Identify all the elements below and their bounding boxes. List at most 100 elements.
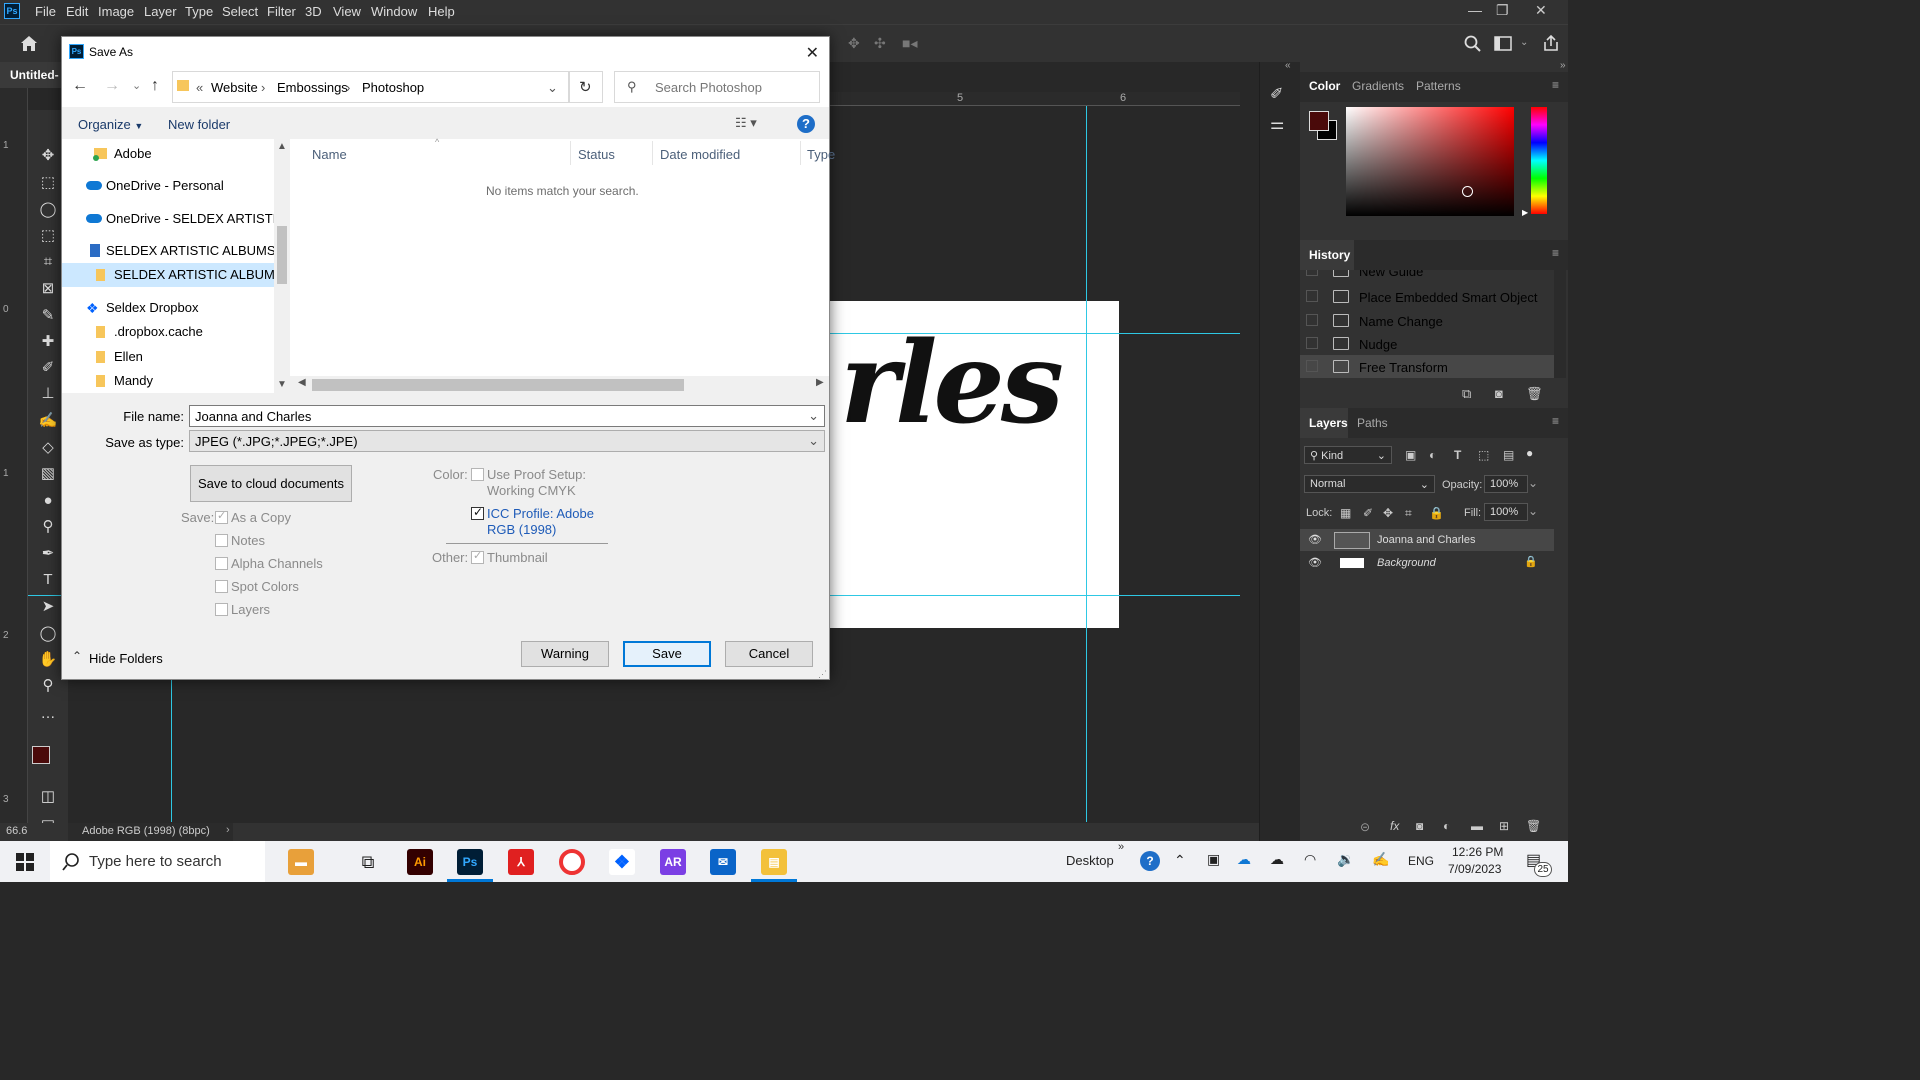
breadcrumb-photoshop[interactable]: Photoshop	[362, 80, 424, 95]
history-snapshot-checkbox[interactable]	[1306, 360, 1318, 372]
column-name[interactable]: Name	[312, 147, 347, 162]
clock-time[interactable]: 12:26 PM	[1452, 845, 1503, 859]
delete-layer-icon[interactable]: 🗑	[1526, 819, 1541, 833]
blend-mode-select[interactable]: Normal ⌄	[1304, 475, 1435, 493]
chevron-down-icon[interactable]: ⌄	[1528, 476, 1538, 490]
layer-name[interactable]: Joanna and Charles	[1377, 534, 1475, 546]
link-layers-icon[interactable]: ⊝	[1360, 820, 1370, 834]
file-list-hscrollbar[interactable]: ◀ ▶	[290, 376, 829, 393]
save-button[interactable]: Save	[623, 641, 711, 667]
filter-toggle-icon[interactable]: ●	[1526, 446, 1533, 460]
object-select-tool-icon[interactable]: ⬚	[38, 226, 58, 246]
new-layer-icon[interactable]: ⊞	[1499, 819, 1509, 833]
lock-transparent-icon[interactable]: ▦	[1340, 506, 1351, 520]
use-proof-setup-checkbox[interactable]	[471, 468, 484, 481]
tab-layers[interactable]: Layers	[1309, 416, 1348, 430]
tab-color[interactable]: Color	[1309, 79, 1340, 93]
move-tool-icon[interactable]: ✥	[38, 146, 58, 166]
history-item[interactable]: New Guide	[1300, 270, 1554, 282]
menu-view[interactable]: View	[333, 4, 361, 19]
history-scrollbar[interactable]	[1554, 270, 1566, 378]
gradient-tool-icon[interactable]: ▧	[38, 464, 58, 484]
tree-item[interactable]: OneDrive - Personal	[62, 174, 274, 198]
view-options-icon[interactable]: ☷ ▾	[735, 115, 757, 131]
refresh-button[interactable]: ↻	[569, 71, 603, 103]
history-snapshot-checkbox[interactable]	[1306, 337, 1318, 349]
adjustment-layer-icon[interactable]: ◐	[1443, 819, 1450, 833]
type-tool-icon[interactable]: T	[38, 570, 58, 590]
lock-artboard-icon[interactable]: ⌗	[1405, 506, 1412, 521]
history-snapshot-checkbox[interactable]	[1306, 314, 1318, 326]
panel-menu-icon[interactable]: ≡	[1552, 414, 1559, 428]
column-date-modified[interactable]: Date modified	[660, 147, 740, 162]
ellipse-tool-icon[interactable]: ◯	[38, 624, 58, 644]
add-mask-icon[interactable]: ◙	[1416, 819, 1423, 833]
photoshop-app-icon[interactable]: Ps	[457, 849, 483, 875]
layers-checkbox[interactable]	[215, 603, 228, 616]
adjustments-icon[interactable]: ⚌	[1270, 114, 1284, 134]
layer-row[interactable]: 👁 Background 🔒	[1300, 552, 1554, 574]
zoom-tool-icon[interactable]: ⚲	[38, 676, 58, 696]
marquee-tool-icon[interactable]: ⬚	[38, 173, 58, 193]
briefcase-icon[interactable]: ▬	[288, 849, 314, 875]
chevron-right-icon[interactable]: ›	[226, 824, 230, 836]
panel-menu-icon[interactable]: ≡	[1552, 246, 1559, 260]
cloud-icon[interactable]: ☁	[1270, 851, 1284, 868]
meet-now-icon[interactable]: ▣	[1207, 851, 1220, 868]
scroll-up-icon[interactable]: ▲	[277, 141, 287, 152]
resize-grip-icon[interactable]: ⋰	[818, 669, 827, 680]
eye-icon[interactable]: 👁	[1308, 533, 1322, 546]
layer-name[interactable]: Background	[1377, 557, 1436, 569]
dodge-tool-icon[interactable]: ⚲	[38, 517, 58, 537]
foreground-color-swatch[interactable]	[32, 746, 50, 764]
lock-all-icon[interactable]: 🔒	[1429, 506, 1444, 520]
brush-settings-icon[interactable]: ✐	[1270, 84, 1283, 104]
lasso-tool-icon[interactable]: ◯	[38, 200, 58, 220]
chevron-down-icon[interactable]: ⌄	[808, 433, 819, 449]
history-snapshot-checkbox[interactable]	[1306, 270, 1318, 276]
panel-menu-icon[interactable]: ≡	[1552, 78, 1559, 92]
eraser-tool-icon[interactable]: ◇	[38, 438, 58, 458]
lock-position-icon[interactable]: ✥	[1383, 506, 1393, 520]
document-tab[interactable]: Untitled-	[0, 62, 64, 88]
stamp-tool-icon[interactable]: ⊥	[38, 384, 58, 404]
pen-tool-icon[interactable]: ✒	[38, 544, 58, 564]
task-view-icon[interactable]: ⧉	[355, 849, 381, 875]
warning-button[interactable]: Warning	[521, 641, 609, 667]
close-icon[interactable]: ✕	[806, 43, 819, 63]
forward-arrow-icon[interactable]: →	[104, 77, 120, 95]
frame-tool-icon[interactable]: ⊠	[38, 279, 58, 299]
search-icon[interactable]	[1464, 35, 1482, 53]
filter-adjustment-icon[interactable]: ◐	[1429, 448, 1436, 462]
fg-color-swatch[interactable]	[1309, 111, 1329, 131]
save-to-cloud-button[interactable]: Save to cloud documents	[190, 465, 352, 502]
minimize-icon[interactable]: —	[1468, 2, 1482, 18]
new-folder-button[interactable]: New folder	[168, 117, 230, 132]
column-status[interactable]: Status	[578, 147, 615, 162]
volume-icon[interactable]: 🔉	[1337, 851, 1354, 868]
lock-paint-icon[interactable]: ✐	[1363, 506, 1373, 520]
recent-chevron-icon[interactable]: ⌄	[132, 79, 141, 92]
breadcrumb-embossings[interactable]: Embossings	[277, 80, 348, 95]
thumbnail-checkbox[interactable]: ✓	[471, 550, 484, 564]
history-item[interactable]: Name Change	[1300, 309, 1554, 332]
quick-mask-icon[interactable]: ◫	[38, 787, 58, 807]
file-name-input[interactable]: Joanna and Charles ⌄	[189, 405, 825, 427]
more-tools-icon[interactable]: …	[38, 704, 58, 724]
acrobat-app-icon[interactable]: ⅄	[508, 849, 534, 875]
chevron-down-icon[interactable]: ⌄	[808, 408, 819, 424]
filter-shape-icon[interactable]: ⬚	[1478, 448, 1489, 462]
spot-colors-checkbox[interactable]	[215, 580, 228, 593]
tree-item[interactable]: SELDEX ARTISTIC ALBUMS	[62, 239, 274, 263]
ar-app-icon[interactable]: AR	[660, 849, 686, 875]
workspace-icon[interactable]	[1494, 36, 1512, 51]
chevron-up-icon[interactable]: ⌃	[72, 649, 82, 663]
healing-tool-icon[interactable]: ✚	[38, 332, 58, 352]
chevron-up-icon[interactable]: ⌃	[1174, 852, 1186, 869]
color-picker-field[interactable]	[1346, 107, 1514, 216]
layer-row-selected[interactable]: 👁 Joanna and Charles	[1300, 529, 1554, 551]
chevron-down-icon[interactable]: ⌄	[1528, 504, 1538, 518]
group-folder-icon[interactable]: ▬	[1471, 819, 1483, 833]
brush-tool-icon[interactable]: ✐	[38, 358, 58, 378]
chevron-down-icon[interactable]: ⌄	[1520, 37, 1528, 48]
